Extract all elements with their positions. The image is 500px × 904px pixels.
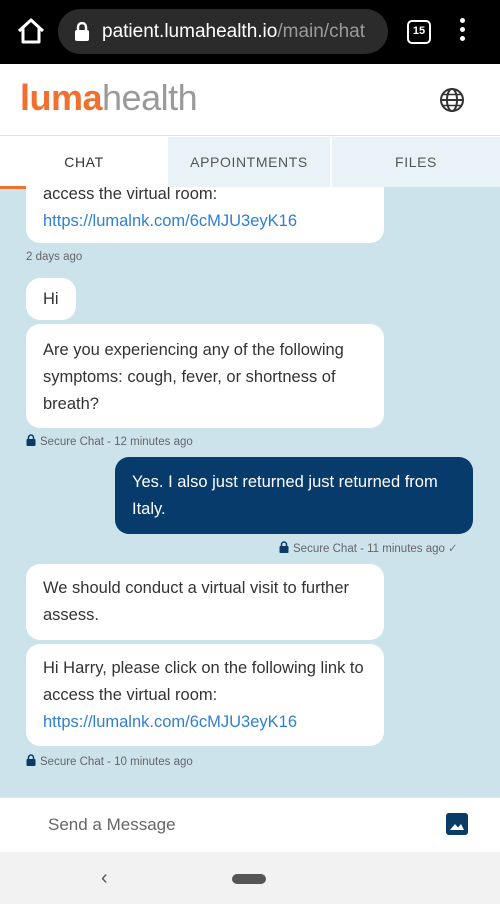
- active-tab-indicator: [0, 186, 26, 189]
- tabs-count-icon[interactable]: 15: [407, 20, 431, 44]
- image-icon[interactable]: [446, 813, 468, 835]
- message-text: Hi Harry, please click on the following …: [43, 659, 364, 704]
- lock-icon: [26, 754, 36, 766]
- globe-icon[interactable]: [438, 86, 466, 114]
- meta-text: Secure Chat - 12 minutes ago: [40, 436, 193, 448]
- url-bar[interactable]: patient.lumahealth.io/main/chat: [58, 9, 388, 54]
- tab-chat[interactable]: CHAT: [0, 137, 168, 187]
- url-path: /main/chat: [277, 21, 365, 42]
- read-check-icon: ✓: [447, 543, 458, 555]
- chat-thread[interactable]: access the virtual room: https://lumalnk…: [0, 187, 500, 797]
- url-host: patient.lumahealth.io: [102, 21, 278, 42]
- message-bubble-incoming: We should conduct a virtual visit to fur…: [26, 564, 384, 640]
- date-separator: 2 days ago: [26, 251, 83, 263]
- message-input[interactable]: Send a Message: [48, 815, 176, 835]
- message-bubble-outgoing: Yes. I also just returned just returned …: [115, 457, 473, 534]
- home-icon[interactable]: [14, 14, 48, 48]
- message-text: Hi: [43, 290, 59, 308]
- message-text: Yes. I also just returned just returned …: [132, 473, 438, 518]
- home-pill-icon[interactable]: [232, 874, 266, 884]
- message-meta: Secure Chat - 10 minutes ago: [26, 754, 193, 768]
- kebab-menu-icon[interactable]: [454, 18, 470, 46]
- message-bubble-incoming: access the virtual room: https://lumalnk…: [26, 187, 384, 243]
- logo-part2: health: [102, 77, 198, 118]
- message-bubble-incoming: Are you experiencing any of the followin…: [26, 324, 384, 428]
- tab-appointments[interactable]: APPOINTMENTS: [168, 137, 332, 187]
- luma-health-logo: lumahealth: [20, 77, 198, 118]
- tab-files[interactable]: FILES: [332, 137, 500, 187]
- app-header: lumahealth: [0, 64, 500, 136]
- browser-toolbar: patient.lumahealth.io/main/chat 15: [0, 0, 500, 64]
- message-meta: Secure Chat - 11 minutes ago ✓: [279, 541, 458, 555]
- message-composer: Send a Message: [0, 797, 500, 852]
- message-text: Are you experiencing any of the followin…: [43, 341, 344, 413]
- back-icon[interactable]: ‹: [101, 867, 108, 890]
- virtual-room-link[interactable]: https://lumalnk.com/6cMJU3eyK16: [43, 212, 297, 230]
- message-text: We should conduct a virtual visit to fur…: [43, 579, 350, 624]
- lock-icon: [279, 541, 289, 553]
- lock-icon: [75, 22, 89, 41]
- virtual-room-link[interactable]: https://lumalnk.com/6cMJU3eyK16: [43, 713, 297, 731]
- logo-part1: luma: [20, 77, 103, 118]
- url-text: patient.lumahealth.io/main/chat: [102, 21, 365, 43]
- message-meta: Secure Chat - 12 minutes ago: [26, 434, 193, 448]
- tab-bar: CHAT APPOINTMENTS FILES: [0, 137, 500, 187]
- system-nav-bar: ‹: [0, 852, 500, 904]
- meta-text: Secure Chat - 10 minutes ago: [40, 756, 193, 768]
- lock-icon: [26, 434, 36, 446]
- message-bubble-incoming: Hi Harry, please click on the following …: [26, 644, 384, 746]
- message-bubble-incoming: Hi: [26, 278, 76, 320]
- message-text: access the virtual room:: [43, 187, 218, 203]
- meta-text: Secure Chat - 11 minutes ago: [293, 543, 445, 555]
